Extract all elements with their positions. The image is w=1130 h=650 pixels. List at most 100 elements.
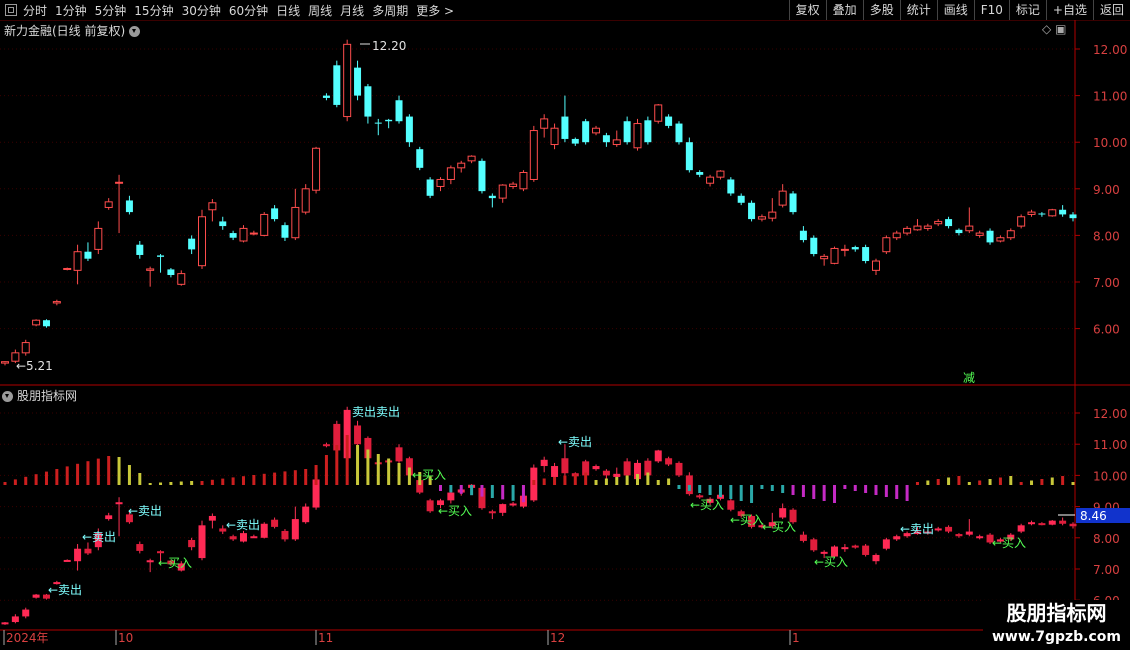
candle-body — [1027, 211, 1036, 215]
histogram-bar — [978, 480, 982, 485]
buy-signal: ←买入 — [814, 555, 848, 569]
indicator-y-tick-label: 12.00 — [1093, 407, 1127, 421]
candle-body — [1038, 213, 1046, 215]
histogram-bar — [936, 479, 940, 485]
candle-body — [42, 320, 50, 327]
candle-body — [975, 232, 984, 236]
y-tick-label: 6.00 — [1093, 323, 1120, 337]
histogram-bar — [190, 481, 194, 485]
histogram-bar — [1040, 479, 1044, 485]
candle-body — [986, 230, 994, 243]
candle-body — [125, 200, 133, 213]
histogram-bar — [76, 463, 80, 485]
indicator-candle — [395, 447, 403, 462]
candle-body — [94, 227, 103, 250]
y-tick-label: 11.00 — [1093, 90, 1127, 104]
histogram-bar — [656, 480, 660, 485]
histogram-bar — [65, 466, 69, 485]
histogram-bar — [387, 458, 391, 485]
candle-body — [146, 268, 155, 271]
histogram-bar — [117, 457, 121, 485]
indicator-candle — [862, 545, 870, 555]
histogram-bar — [55, 469, 59, 485]
histogram-bar — [905, 485, 909, 501]
candle-body — [529, 130, 538, 180]
candle-body — [965, 225, 974, 232]
histogram-bar — [86, 461, 90, 485]
histogram-bar — [864, 485, 868, 493]
candle-body — [737, 195, 745, 203]
buy-signal: ←买入 — [158, 556, 192, 570]
sell-signal: ←卖出 — [48, 583, 82, 597]
histogram-bar — [1009, 476, 1013, 485]
indicator-candle — [893, 536, 901, 540]
candle-body — [1006, 230, 1015, 239]
indicator-candle — [281, 530, 289, 540]
time-axis-label: 12 — [550, 631, 565, 645]
indicator-candle — [260, 523, 268, 538]
buy-signal: ←买入 — [992, 536, 1026, 550]
candle-body — [177, 273, 186, 285]
histogram-bar — [438, 485, 442, 491]
histogram-bar — [542, 478, 546, 485]
candle-body — [52, 301, 61, 304]
indicator-candle — [976, 536, 984, 539]
candle-body — [219, 221, 227, 227]
indicator-candle — [602, 470, 610, 476]
candle-body — [519, 171, 528, 190]
histogram-bar — [200, 481, 204, 485]
candle-body — [1, 361, 9, 364]
candle-body — [405, 116, 413, 143]
histogram-bar — [874, 485, 878, 495]
histogram-bar — [957, 476, 961, 485]
indicator-y-tick-label: 11.00 — [1093, 438, 1127, 452]
histogram-bar — [988, 479, 992, 485]
histogram-bar — [148, 483, 152, 485]
kline-chart[interactable]: 12.0012.0011.0011.0010.0010.009.009.008.… — [0, 0, 1130, 650]
indicator-candle — [239, 533, 247, 542]
histogram-bar — [397, 463, 401, 485]
candle-body — [291, 206, 300, 239]
sell-signal: ←卖出 — [226, 518, 260, 532]
histogram-bar — [967, 482, 971, 485]
candle-body — [73, 251, 82, 271]
indicator-candle — [322, 444, 330, 447]
indicator-candle — [882, 539, 890, 549]
histogram-bar — [801, 485, 805, 497]
indicator-candle — [22, 609, 30, 617]
histogram-bar — [138, 473, 142, 485]
histogram-bar — [13, 479, 17, 485]
indicator-candle — [157, 551, 165, 554]
candle-body — [395, 100, 403, 122]
histogram-bar — [169, 482, 173, 485]
candle-body — [115, 181, 124, 184]
y-tick-label: 12.00 — [1093, 43, 1127, 57]
candle-body — [229, 233, 237, 238]
indicator-candle — [136, 544, 144, 551]
histogram-bar — [812, 485, 816, 499]
candle-body — [374, 122, 382, 124]
candle-body — [1017, 216, 1026, 227]
watermark-url: www.7gpzb.com — [983, 626, 1130, 650]
candle-body — [768, 211, 777, 219]
indicator-candle — [675, 462, 683, 476]
candle-body — [748, 202, 756, 220]
histogram-bar — [553, 477, 557, 485]
candle-body — [498, 184, 507, 199]
indicator-candle — [509, 503, 517, 506]
candle-body — [343, 43, 352, 118]
y-tick-label: 7.00 — [1093, 276, 1120, 290]
indicator-candle — [851, 545, 859, 548]
candle-body — [654, 104, 663, 122]
indicator-candle — [540, 459, 548, 467]
indicator-candle — [426, 500, 434, 512]
histogram-bar — [687, 485, 691, 491]
candle-body — [892, 232, 901, 239]
candle-body — [633, 123, 642, 149]
indicator-candle — [488, 511, 496, 514]
indicator-candle — [1069, 523, 1077, 527]
buy-signal: ←买入 — [690, 498, 724, 512]
indicator-candle — [1, 622, 9, 625]
candle-body — [810, 237, 818, 255]
candle-body — [582, 121, 590, 143]
